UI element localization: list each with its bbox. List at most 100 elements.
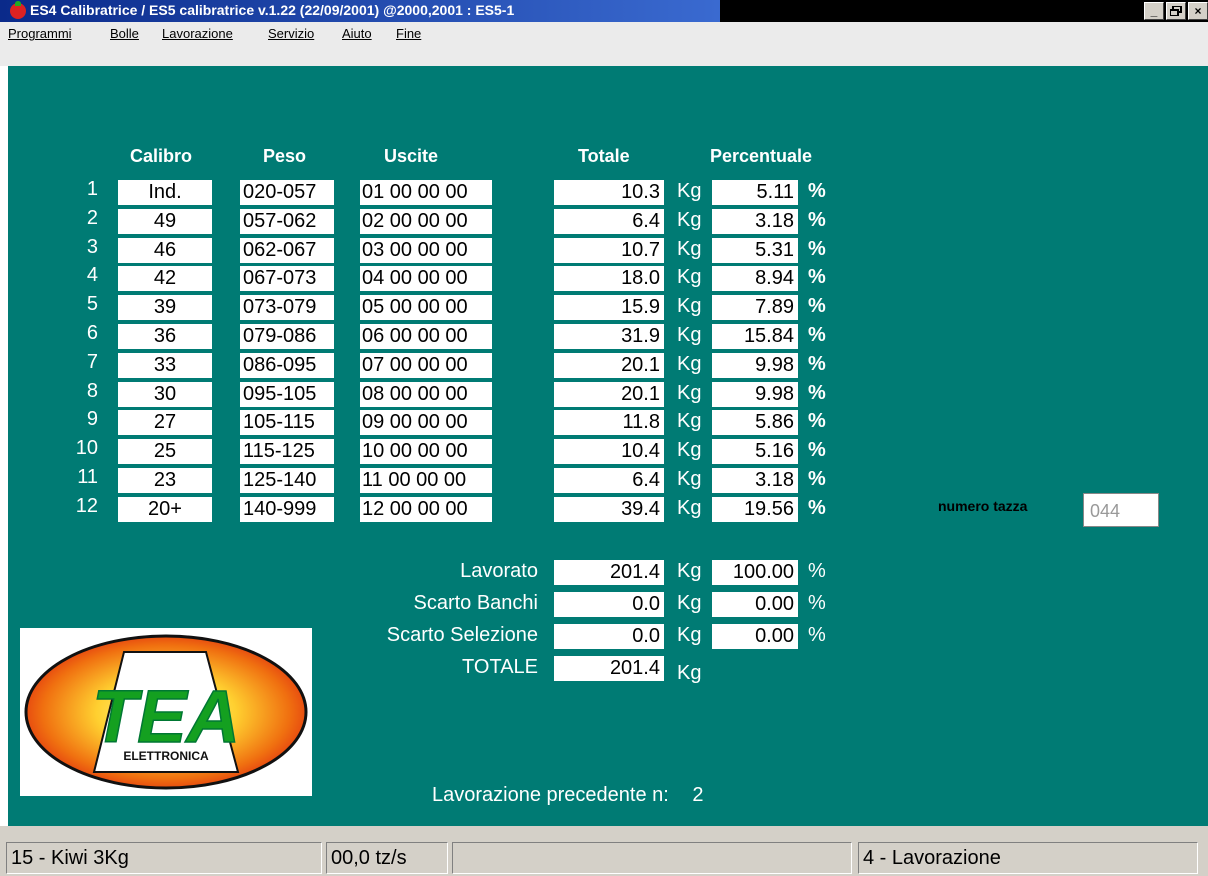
close-button[interactable]: × [1188, 2, 1208, 20]
menu-servizio[interactable]: Servizio [268, 26, 314, 41]
menu-bar: Programmi Bolle Lavorazione Servizio Aiu… [0, 22, 1208, 66]
uscite-cell[interactable]: 01 00 00 00 [360, 180, 492, 205]
calibro-cell[interactable]: Ind. [118, 180, 212, 205]
lavorato-totale: 201.4 [554, 560, 664, 585]
peso-cell[interactable]: 125-140 [240, 468, 334, 493]
status-product: 15 - Kiwi 3Kg [6, 842, 322, 874]
calibro-cell[interactable]: 46 [118, 238, 212, 263]
peso-cell[interactable]: 095-105 [240, 382, 334, 407]
totale-cell: 31.9 [554, 324, 664, 349]
main-panel: Calibro Peso Uscite Totale Percentuale 1… [8, 66, 1208, 826]
percent-unit: % [808, 238, 826, 260]
calibro-cell[interactable]: 49 [118, 209, 212, 234]
kg-unit: Kg [677, 468, 702, 490]
peso-cell[interactable]: 073-079 [240, 295, 334, 320]
menu-bolle[interactable]: Bolle [110, 26, 139, 41]
peso-cell[interactable]: 140-999 [240, 497, 334, 522]
menu-programmi[interactable]: Programmi [8, 26, 72, 41]
uscite-cell[interactable]: 11 00 00 00 [360, 468, 492, 493]
percentuale-cell: 5.86 [712, 410, 798, 435]
kg-unit: Kg [677, 180, 702, 202]
calibro-cell[interactable]: 39 [118, 295, 212, 320]
percentuale-cell: 8.94 [712, 266, 798, 291]
kg-unit: Kg [677, 209, 702, 231]
uscite-cell[interactable]: 05 00 00 00 [360, 295, 492, 320]
percent-unit: % [808, 468, 826, 490]
calibro-cell[interactable]: 36 [118, 324, 212, 349]
percent-unit: % [808, 180, 826, 202]
peso-cell[interactable]: 062-067 [240, 238, 334, 263]
header-peso: Peso [263, 146, 307, 166]
lavorato-pct: % [808, 560, 826, 582]
row-number: 8 [86, 380, 98, 402]
calibro-cell[interactable]: 33 [118, 353, 212, 378]
scarto-banchi-pct: % [808, 592, 826, 614]
totale-label: TOTALE [462, 656, 538, 678]
row-number: 3 [86, 236, 98, 258]
percentuale-cell: 3.18 [712, 468, 798, 493]
menu-aiuto[interactable]: Aiuto [342, 26, 372, 41]
percent-unit: % [808, 353, 826, 375]
calibro-cell[interactable]: 20+ [118, 497, 212, 522]
calibro-cell[interactable]: 27 [118, 410, 212, 435]
uscite-cell[interactable]: 09 00 00 00 [360, 410, 492, 435]
peso-cell[interactable]: 115-125 [240, 439, 334, 464]
logo-subtext: ELETTRONICA [123, 749, 209, 763]
uscite-cell[interactable]: 12 00 00 00 [360, 497, 492, 522]
maximize-button[interactable] [1166, 2, 1186, 20]
row-number: 7 [86, 351, 98, 373]
uscite-cell[interactable]: 08 00 00 00 [360, 382, 492, 407]
uscite-cell[interactable]: 06 00 00 00 [360, 324, 492, 349]
peso-cell[interactable]: 057-062 [240, 209, 334, 234]
percentuale-cell: 5.16 [712, 439, 798, 464]
lavorato-unit: Kg [677, 560, 702, 582]
totale-cell: 10.7 [554, 238, 664, 263]
uscite-cell[interactable]: 02 00 00 00 [360, 209, 492, 234]
uscite-cell[interactable]: 03 00 00 00 [360, 238, 492, 263]
percentuale-cell: 9.98 [712, 353, 798, 378]
percentuale-cell: 7.89 [712, 295, 798, 320]
peso-cell[interactable]: 020-057 [240, 180, 334, 205]
calibro-cell[interactable]: 23 [118, 468, 212, 493]
percent-unit: % [808, 266, 826, 288]
status-rate: 00,0 tz/s [326, 842, 448, 874]
kg-unit: Kg [677, 382, 702, 404]
header-uscite: Uscite [384, 146, 439, 166]
kg-unit: Kg [677, 295, 702, 317]
uscite-cell[interactable]: 07 00 00 00 [360, 353, 492, 378]
peso-cell[interactable]: 086-095 [240, 353, 334, 378]
kg-unit: Kg [677, 266, 702, 288]
tomato-icon[interactable] [10, 1, 26, 19]
tea-logo: TEA ELETTRONICA [20, 628, 312, 796]
percentuale-cell: 5.31 [712, 238, 798, 263]
calibro-cell[interactable]: 25 [118, 439, 212, 464]
menu-fine[interactable]: Fine [396, 26, 421, 41]
uscite-cell[interactable]: 04 00 00 00 [360, 266, 492, 291]
header-calibro: Calibro [130, 146, 193, 166]
peso-cell[interactable]: 105-115 [240, 410, 334, 435]
kg-unit: Kg [677, 497, 702, 519]
totale-cell: 10.3 [554, 180, 664, 205]
percent-unit: % [808, 497, 826, 519]
peso-cell[interactable]: 079-086 [240, 324, 334, 349]
status-bar: 15 - Kiwi 3Kg 00,0 tz/s 4 - Lavorazione [0, 826, 1208, 876]
percent-unit: % [808, 410, 826, 432]
row-number: 9 [86, 408, 98, 430]
row-number: 1 [86, 178, 98, 200]
kg-unit: Kg [677, 324, 702, 346]
totale-cell: 39.4 [554, 497, 664, 522]
tazza-field[interactable]: 044 [1083, 493, 1159, 527]
calibro-cell[interactable]: 30 [118, 382, 212, 407]
totale-value: 201.4 [554, 656, 664, 681]
peso-cell[interactable]: 067-073 [240, 266, 334, 291]
totale-cell: 6.4 [554, 468, 664, 493]
scarto-selezione-label: Scarto Selezione [386, 624, 538, 646]
scarto-selezione-perc: 0.00 [712, 624, 798, 649]
minimize-button[interactable]: _ [1144, 2, 1164, 20]
calibro-cell[interactable]: 42 [118, 266, 212, 291]
totale-unit: Kg [677, 662, 702, 684]
status-mode: 4 - Lavorazione [858, 842, 1198, 874]
uscite-cell[interactable]: 10 00 00 00 [360, 439, 492, 464]
scarto-selezione-unit: Kg [677, 624, 702, 646]
menu-lavorazione[interactable]: Lavorazione [162, 26, 233, 41]
